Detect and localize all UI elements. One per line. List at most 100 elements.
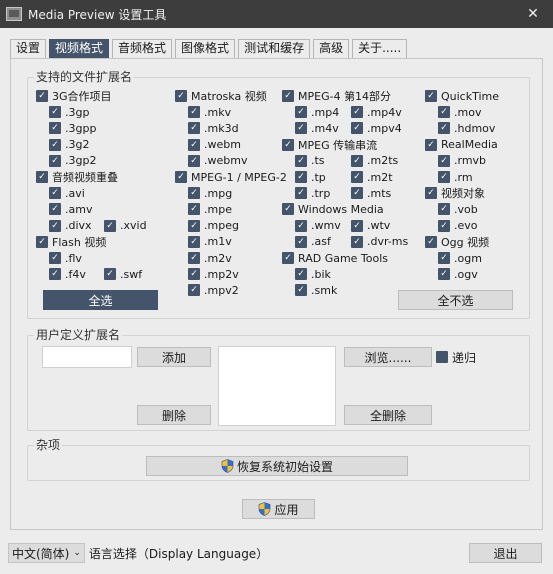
extension-checkbox[interactable]: ✓ .3gp <box>49 105 89 119</box>
reset-defaults-button[interactable]: 恢复系统初始设置 <box>146 456 408 476</box>
custom-extension-input[interactable] <box>42 346 132 368</box>
extension-checkbox[interactable]: ✓ .mpv4 <box>351 121 402 135</box>
extension-checkbox[interactable]: ✓ .amv <box>49 202 92 216</box>
extension-checkbox[interactable]: ✓ .mk3d <box>188 121 239 135</box>
extension-checkbox[interactable]: ✓ .webmv <box>188 154 247 168</box>
checkbox-box[interactable]: ✓ <box>425 90 437 102</box>
checkbox-box[interactable]: ✓ <box>49 122 61 135</box>
extension-checkbox[interactable]: ✓ Matroska 视频 <box>175 89 267 103</box>
checkbox-box[interactable]: ✓ <box>351 122 363 135</box>
remove-button[interactable]: 删除 <box>137 405 211 425</box>
checkbox-box[interactable]: ✓ <box>351 219 363 232</box>
tab-advanced[interactable]: 高级 <box>313 39 350 58</box>
checkbox-box[interactable]: ✓ <box>49 106 61 119</box>
extension-checkbox[interactable]: ✓ .rm <box>438 170 473 184</box>
extension-checkbox[interactable]: ✓ .vob <box>438 202 478 216</box>
extension-checkbox[interactable]: ✓ .mts <box>351 186 391 200</box>
extension-checkbox[interactable]: ✓ .mp4 <box>295 105 339 119</box>
extension-checkbox[interactable]: ✓ Ogg 视频 <box>425 235 489 249</box>
extension-checkbox[interactable]: ✓ .avi <box>49 186 85 200</box>
checkbox-box[interactable]: ✓ <box>295 187 307 200</box>
checkbox-box[interactable]: ✓ <box>36 90 48 102</box>
checkbox-box[interactable]: ✓ <box>175 90 187 102</box>
extension-checkbox[interactable]: ✓ .m2t <box>351 170 393 184</box>
checkbox-box[interactable]: ✓ <box>188 252 200 264</box>
extension-checkbox[interactable]: ✓ .mpv2 <box>188 283 239 297</box>
checkbox-box[interactable]: ✓ <box>104 268 116 281</box>
checkbox-box[interactable]: ✓ <box>282 252 294 264</box>
checkbox-box[interactable]: ✓ <box>295 122 307 135</box>
tab-audio-formats[interactable]: 音频格式 <box>112 39 173 58</box>
apply-button[interactable]: 应用 <box>242 499 315 519</box>
checkbox-box[interactable]: ✓ <box>295 171 307 183</box>
checkbox-box[interactable]: ✓ <box>49 138 61 151</box>
extension-checkbox[interactable]: ✓ .trp <box>295 186 330 200</box>
extension-checkbox[interactable]: ✓ RealMedia <box>425 138 498 152</box>
checkbox-box[interactable]: ✓ <box>351 106 363 119</box>
checkbox-box[interactable]: ✓ <box>282 203 294 216</box>
extension-checkbox[interactable]: ✓ .mpg <box>188 186 232 200</box>
checkbox-box[interactable]: ✓ <box>351 154 363 167</box>
extension-checkbox[interactable]: ✓ .divx <box>49 219 92 233</box>
extension-checkbox[interactable]: ✓ .m1v <box>188 235 232 249</box>
extension-checkbox[interactable]: ✓ .ogv <box>438 267 478 281</box>
tab-settings[interactable]: 设置 <box>10 39 47 58</box>
checkbox-box[interactable]: ✓ <box>295 268 307 281</box>
extension-checkbox[interactable]: ✓ QuickTime <box>425 89 499 103</box>
extension-checkbox[interactable]: ✓ Flash 视频 <box>36 235 106 249</box>
tab-about[interactable]: 关于..... <box>352 39 408 58</box>
extension-checkbox[interactable]: ✓ .tp <box>295 170 326 184</box>
checkbox-box[interactable]: ✓ <box>295 235 307 248</box>
extension-checkbox[interactable]: ✓ Windows Media <box>282 202 384 216</box>
extension-checkbox[interactable]: ✓ .mkv <box>188 105 231 119</box>
checkbox-box[interactable]: ✓ <box>49 203 61 216</box>
checkbox-box[interactable]: ✓ <box>188 122 200 135</box>
checkbox-box[interactable]: ✓ <box>188 284 200 297</box>
checkbox-box[interactable]: ✓ <box>49 219 61 232</box>
extension-checkbox[interactable]: ✓ .xvid <box>104 219 147 233</box>
checkbox-box[interactable]: ✓ <box>188 106 200 119</box>
extension-checkbox[interactable]: ✓ .evo <box>438 219 478 233</box>
checkbox-box[interactable]: ✓ <box>49 268 61 281</box>
checkbox-box[interactable]: ✓ <box>36 171 48 183</box>
extension-checkbox[interactable]: ✓ .mov <box>438 105 481 119</box>
exit-button[interactable]: 退出 <box>469 543 542 563</box>
checkbox-box[interactable]: ✓ <box>188 219 200 232</box>
checkbox-box[interactable]: ✓ <box>49 187 61 200</box>
extension-checkbox[interactable]: ✓ .f4v <box>49 267 86 281</box>
checkbox-box[interactable]: ✓ <box>438 106 450 119</box>
extension-checkbox[interactable]: ✓ .dvr-ms <box>351 235 408 249</box>
extension-checkbox[interactable]: ✓ .3g2 <box>49 138 89 152</box>
extension-checkbox[interactable]: ✓ .ts <box>295 154 325 168</box>
extension-checkbox[interactable]: ✓ .bik <box>295 267 331 281</box>
extension-checkbox[interactable]: ✓ 3G合作项目 <box>36 89 112 103</box>
extension-checkbox[interactable]: ✓ .webm <box>188 138 241 152</box>
checkbox-box[interactable]: ✓ <box>425 138 437 151</box>
checkbox-box[interactable]: ✓ <box>351 235 363 248</box>
extension-checkbox[interactable]: ✓ .wtv <box>351 219 390 233</box>
select-none-button[interactable]: 全不选 <box>398 290 513 310</box>
extension-checkbox[interactable]: ✓ .mp4v <box>351 105 402 119</box>
checkbox-box[interactable]: ✓ <box>295 284 307 297</box>
extension-checkbox[interactable]: ✓ .hdmov <box>438 121 495 135</box>
checkbox-box[interactable]: ✓ <box>438 154 450 167</box>
extension-checkbox[interactable]: ✓ .smk <box>295 283 337 297</box>
checkbox-box[interactable]: ✓ <box>438 268 450 281</box>
checkbox-box[interactable]: ✓ <box>188 187 200 200</box>
custom-extension-list[interactable] <box>218 346 336 426</box>
extension-checkbox[interactable]: ✓ .3gp2 <box>49 154 96 168</box>
checkbox-box[interactable]: ✓ <box>49 252 61 264</box>
checkbox-box[interactable]: ✓ <box>351 171 363 183</box>
extension-checkbox[interactable]: ✓ MPEG 传输串流 <box>282 138 377 152</box>
extension-checkbox[interactable]: ✓ RAD Game Tools <box>282 251 388 265</box>
checkbox-box[interactable]: ✓ <box>438 219 450 232</box>
add-button[interactable]: 添加 <box>137 347 211 367</box>
checkbox-box[interactable]: ✓ <box>425 235 437 248</box>
checkbox-box[interactable]: ✓ <box>438 122 450 135</box>
checkbox-box[interactable]: ✓ <box>188 268 200 281</box>
extension-checkbox[interactable]: ✓ .mpeg <box>188 219 239 233</box>
checkbox-box[interactable]: ✓ <box>295 219 307 232</box>
checkbox-box[interactable]: ✓ <box>438 203 450 216</box>
checkbox-box[interactable]: ✓ <box>438 252 450 264</box>
extension-checkbox[interactable]: ✓ .ogm <box>438 251 482 265</box>
